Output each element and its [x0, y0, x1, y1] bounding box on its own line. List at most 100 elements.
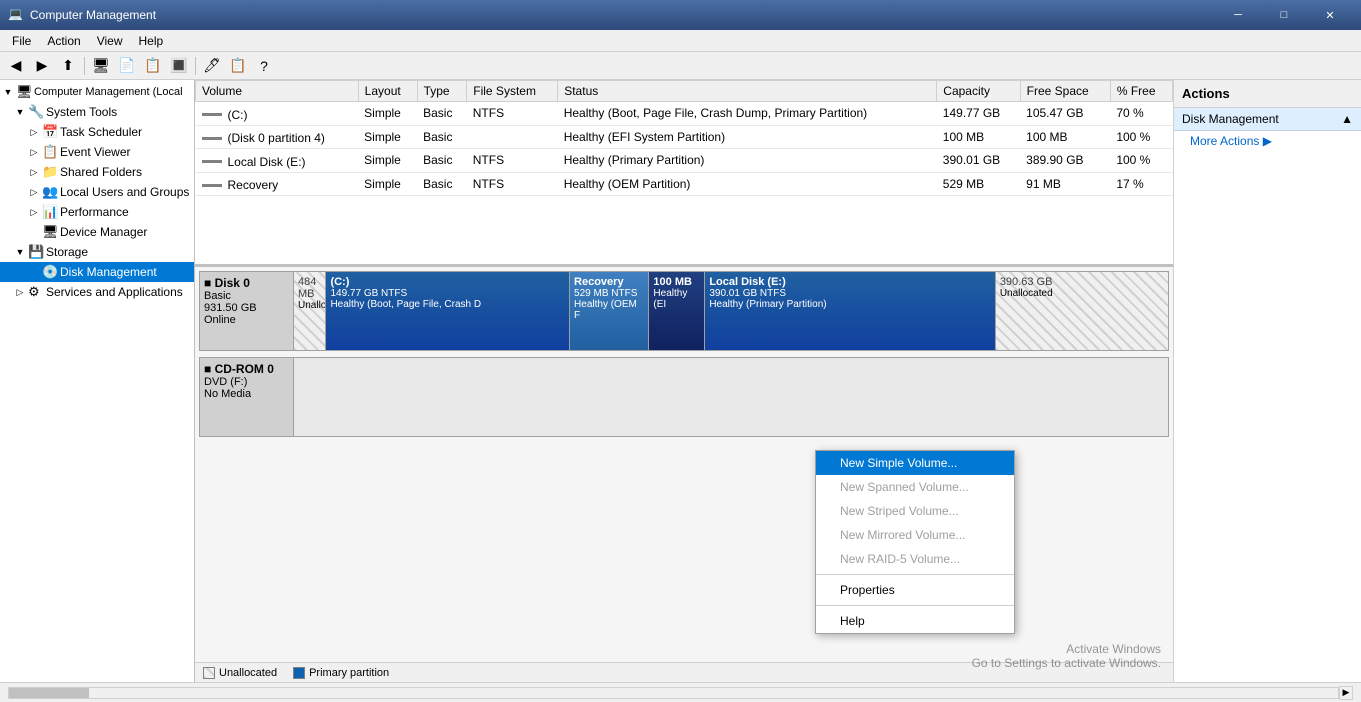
col-volume[interactable]: Volume: [196, 81, 359, 102]
menu-item-help[interactable]: Help: [131, 32, 172, 50]
col-percentfree[interactable]: % Free: [1110, 81, 1172, 102]
up-button[interactable]: ⬆: [56, 55, 80, 77]
context-menu-item[interactable]: New Simple Volume...: [816, 451, 1014, 475]
horizontal-scrollbar[interactable]: [8, 687, 1339, 699]
col-freespace[interactable]: Free Space: [1020, 81, 1110, 102]
expand-sharedfolders[interactable]: ▷: [28, 166, 40, 178]
tree-item-diskmgmt[interactable]: 💿 Disk Management: [0, 262, 194, 282]
table-cell: Basic: [417, 149, 467, 173]
expand-systemtools[interactable]: ▼: [14, 106, 26, 118]
context-menu: New Simple Volume...New Spanned Volume..…: [815, 450, 1015, 634]
tree-label-systemtools: System Tools: [46, 105, 117, 119]
table-row[interactable]: Local Disk (E:)SimpleBasicNTFSHealthy (P…: [196, 149, 1173, 173]
table-cell: Simple: [358, 149, 417, 173]
toolbar-btn-6[interactable]: 📋: [226, 55, 250, 77]
tree-item-root[interactable]: ▼ 🖥 Computer Management (Local: [0, 82, 194, 102]
storage-icon: 💾: [28, 244, 44, 260]
context-menu-item[interactable]: Help: [816, 609, 1014, 633]
toolbar-btn-4[interactable]: 🔳: [167, 55, 191, 77]
back-button[interactable]: ◀: [4, 55, 28, 77]
scrollbar-thumb: [9, 688, 89, 698]
cdrom-name: ■ CD-ROM 0: [204, 362, 289, 376]
disk0-status: Online: [204, 314, 289, 326]
expand-performance[interactable]: ▷: [28, 206, 40, 218]
context-menu-item: New RAID-5 Volume...: [816, 547, 1014, 571]
table-cell: [467, 125, 558, 149]
col-filesystem[interactable]: File System: [467, 81, 558, 102]
partition-unalloc2[interactable]: 390.63 GB Unallocated: [996, 272, 1168, 350]
expand-root[interactable]: ▼: [2, 86, 14, 98]
table-row[interactable]: RecoverySimpleBasicNTFSHealthy (OEM Part…: [196, 172, 1173, 196]
partition-recovery[interactable]: Recovery 529 MB NTFS Healthy (OEM F: [570, 272, 649, 350]
expand-scheduler[interactable]: ▷: [28, 126, 40, 138]
table-row[interactable]: (Disk 0 partition 4)SimpleBasicHealthy (…: [196, 125, 1173, 149]
app-icon: 💻: [8, 7, 24, 23]
actions-more-actions[interactable]: More Actions ▶: [1174, 131, 1361, 151]
tree-item-devicemgr[interactable]: 🖥 Device Manager: [0, 222, 194, 242]
table-cell: Recovery: [196, 172, 359, 196]
menu-item-view[interactable]: View: [89, 32, 131, 50]
col-type[interactable]: Type: [417, 81, 467, 102]
maximize-button[interactable]: □: [1261, 0, 1307, 30]
toolbar-btn-5[interactable]: 🖊: [200, 55, 224, 77]
unalloc-label-1: 484 MB: [298, 276, 321, 300]
tree-item-systemtools[interactable]: ▼ 🔧 System Tools: [0, 102, 194, 122]
tree-item-scheduler[interactable]: ▷ 📅 Task Scheduler: [0, 122, 194, 142]
table-cell: 100 MB: [937, 125, 1020, 149]
table-cell: 70 %: [1110, 102, 1172, 126]
main-container: ▼ 🖥 Computer Management (Local ▼ 🔧 Syste…: [0, 80, 1361, 682]
help-button[interactable]: ?: [252, 55, 276, 77]
tree-item-performance[interactable]: ▷ 📊 Performance: [0, 202, 194, 222]
partition-e-status: Healthy (Primary Partition): [709, 299, 990, 310]
tree-panel: ▼ 🖥 Computer Management (Local ▼ 🔧 Syste…: [0, 80, 195, 682]
table-cell: 529 MB: [937, 172, 1020, 196]
partition-unalloc1[interactable]: 484 MB Unallocated: [294, 272, 326, 350]
tree-item-eventviewer[interactable]: ▷ 📋 Event Viewer: [0, 142, 194, 162]
devicemgr-icon: 🖥: [42, 224, 58, 240]
legend-label-unallocated: Unallocated: [219, 667, 277, 679]
expand-storage[interactable]: ▼: [14, 246, 26, 258]
tree-item-localusers[interactable]: ▷ 👥 Local Users and Groups: [0, 182, 194, 202]
legend-bar: Unallocated Primary partition: [195, 662, 1173, 682]
table-row[interactable]: (C:)SimpleBasicNTFSHealthy (Boot, Page F…: [196, 102, 1173, 126]
tree-item-services[interactable]: ▷ ⚙ Services and Applications: [0, 282, 194, 302]
partition-c[interactable]: (C:) 149.77 GB NTFS Healthy (Boot, Page …: [326, 272, 570, 350]
menu-item-action[interactable]: Action: [39, 32, 88, 50]
table-cell: Basic: [417, 172, 467, 196]
close-button[interactable]: ✕: [1307, 0, 1353, 30]
toolbar-btn-3[interactable]: 📋: [141, 55, 165, 77]
col-status[interactable]: Status: [558, 81, 937, 102]
forward-button[interactable]: ▶: [30, 55, 54, 77]
show-hide-button[interactable]: 🖥: [89, 55, 113, 77]
toolbar-sep-1: [84, 57, 85, 75]
actions-panel: Actions Disk Management ▲ More Actions ▶: [1173, 80, 1361, 682]
expand-eventviewer[interactable]: ▷: [28, 146, 40, 158]
unalloc-sub-1: Unallocated: [298, 300, 321, 311]
toolbar-btn-2[interactable]: 📄: [115, 55, 139, 77]
partition-e[interactable]: Local Disk (E:) 390.01 GB NTFS Healthy (…: [705, 272, 995, 350]
context-menu-item[interactable]: Properties: [816, 578, 1014, 602]
services-icon: ⚙: [28, 284, 44, 300]
actions-section-diskmgmt[interactable]: Disk Management ▲: [1174, 108, 1361, 131]
computer-icon: 🖥: [16, 84, 32, 100]
table-cell: 389.90 GB: [1020, 149, 1110, 173]
cdrom-row: ■ CD-ROM 0 DVD (F:) No Media: [199, 357, 1169, 437]
tree-label-services: Services and Applications: [46, 285, 183, 299]
table-cell: Local Disk (E:): [196, 149, 359, 173]
table-cell: NTFS: [467, 102, 558, 126]
localusers-icon: 👥: [42, 184, 58, 200]
tree-item-sharedfolders[interactable]: ▷ 📁 Shared Folders: [0, 162, 194, 182]
scroll-right-button[interactable]: ▶: [1339, 686, 1353, 700]
table-cell: 149.77 GB: [937, 102, 1020, 126]
table-cell: Basic: [417, 125, 467, 149]
actions-section-label: Disk Management: [1182, 112, 1279, 126]
expand-localusers[interactable]: ▷: [28, 186, 40, 198]
context-menu-separator: [816, 574, 1014, 575]
menu-item-file[interactable]: File: [4, 32, 39, 50]
expand-services[interactable]: ▷: [14, 286, 26, 298]
tree-item-storage[interactable]: ▼ 💾 Storage: [0, 242, 194, 262]
partition-efi[interactable]: 100 MB Healthy (EI: [649, 272, 705, 350]
col-layout[interactable]: Layout: [358, 81, 417, 102]
col-capacity[interactable]: Capacity: [937, 81, 1020, 102]
minimize-button[interactable]: ─: [1215, 0, 1261, 30]
